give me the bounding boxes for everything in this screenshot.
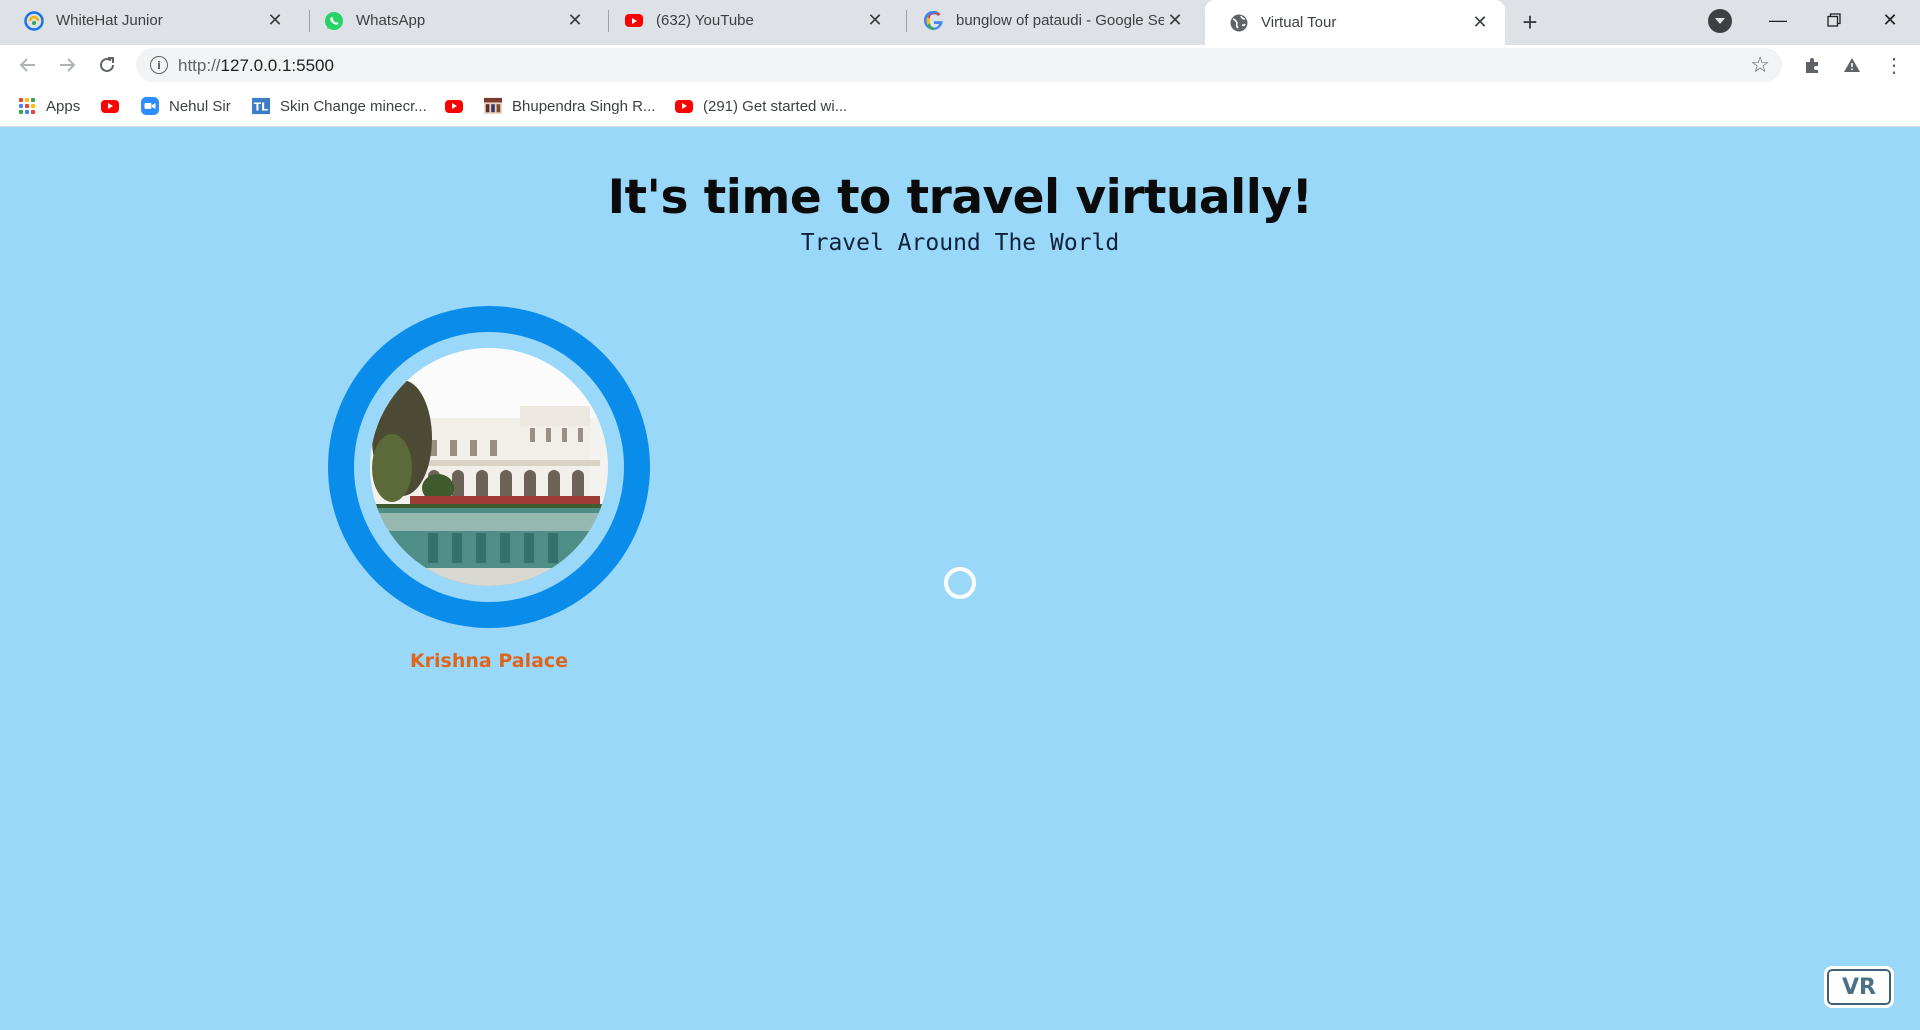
bookmark-youtube[interactable] [445, 95, 473, 117]
tab-whitehat-junior[interactable]: WhiteHat Junior ✕ [0, 0, 300, 41]
whatsapp-icon [324, 11, 344, 31]
enter-vr-button[interactable]: VR [1824, 966, 1894, 1008]
bookmarks-bar: Apps Nehul Sir TL Skin Change minecr... … [0, 85, 1920, 127]
address-bar[interactable]: i http://127.0.0.1:5500 ☆ [136, 48, 1782, 82]
bookmark-star-icon[interactable]: ☆ [1750, 52, 1770, 78]
page-subtitle: Travel Around The World [800, 230, 1120, 256]
url-text: http://127.0.0.1:5500 [178, 56, 334, 75]
bookmark-get-started[interactable]: (291) Get started wi... [675, 95, 847, 117]
whitehat-icon [24, 10, 44, 31]
tab-youtube[interactable]: (632) YouTube ✕ [600, 0, 900, 41]
page-title: It's time to travel virtually! [607, 170, 1313, 225]
reload-icon[interactable] [91, 49, 123, 81]
close-window-icon[interactable]: ✕ [1862, 2, 1918, 38]
site-thumb-icon [484, 97, 502, 115]
new-tab-button[interactable]: + [1516, 7, 1544, 37]
tab-google-search[interactable]: bunglow of pataudi - Google Sea ✕ [900, 0, 1200, 41]
bookmark-label: Nehul Sir [169, 97, 231, 115]
tab-close-icon[interactable]: ✕ [1164, 10, 1186, 32]
youtube-icon [624, 11, 644, 31]
restore-icon[interactable] [1806, 2, 1862, 38]
zoom-icon [141, 97, 159, 115]
tab-close-icon[interactable]: ✕ [1469, 12, 1491, 34]
menu-kebab-icon[interactable]: ⋮ [1878, 49, 1910, 81]
tab-strip: WhiteHat Junior ✕ WhatsApp ✕ (632) YouTu… [0, 0, 1920, 45]
back-icon[interactable] [12, 49, 44, 81]
virtual-tour-page: It's time to travel virtually! Travel Ar… [0, 128, 1920, 1030]
tab-title: bunglow of pataudi - Google Sea [956, 12, 1164, 29]
tab-title: WhatsApp [356, 12, 426, 29]
bookmark-skin-change[interactable]: TL Skin Change minecr... [252, 95, 427, 117]
tab-title: (632) YouTube [656, 12, 754, 29]
palace-photo [370, 348, 608, 586]
place-thumbnail-krishna-palace[interactable] [328, 306, 650, 628]
tab-whatsapp[interactable]: WhatsApp ✕ [300, 0, 600, 41]
tab-close-icon[interactable]: ✕ [864, 10, 886, 32]
profile-warning-icon[interactable] [1836, 49, 1868, 81]
vr-cursor-ring [944, 567, 976, 599]
bookmark-label: Apps [46, 97, 81, 115]
tab-close-icon[interactable]: ✕ [264, 10, 286, 32]
site-info-icon[interactable]: i [150, 56, 168, 74]
tab-title: WhiteHat Junior [56, 12, 163, 29]
svg-text:TL: TL [254, 101, 268, 114]
youtube-icon [445, 97, 463, 115]
bookmark-bhupendra-singh[interactable]: Bhupendra Singh R... [484, 95, 655, 117]
bookmark-youtube[interactable] [101, 95, 129, 117]
place-label: Krishna Palace [409, 650, 569, 672]
youtube-icon [101, 97, 119, 115]
bookmark-label: Skin Change minecr... [280, 97, 427, 115]
tab-title: Virtual Tour [1261, 14, 1337, 31]
apps-grid-icon [18, 97, 36, 115]
extensions-icon[interactable] [1797, 49, 1829, 81]
tl-icon: TL [252, 97, 270, 115]
forward-icon[interactable] [51, 49, 83, 81]
bookmark-label: (291) Get started wi... [703, 97, 848, 115]
globe-icon [1229, 13, 1249, 33]
browser-toolbar: i http://127.0.0.1:5500 ☆ ⋮ [0, 45, 1920, 85]
bookmark-apps[interactable]: Apps [18, 95, 80, 117]
tab-search-icon[interactable] [1708, 9, 1732, 33]
bookmark-nehul-sir[interactable]: Nehul Sir [141, 95, 231, 117]
minimize-icon[interactable]: — [1750, 2, 1806, 38]
tab-virtual-tour[interactable]: Virtual Tour ✕ [1205, 0, 1505, 45]
google-icon [924, 10, 944, 31]
bookmark-label: Bhupendra Singh R... [512, 97, 656, 115]
youtube-icon [675, 97, 693, 115]
tab-close-icon[interactable]: ✕ [564, 10, 586, 32]
